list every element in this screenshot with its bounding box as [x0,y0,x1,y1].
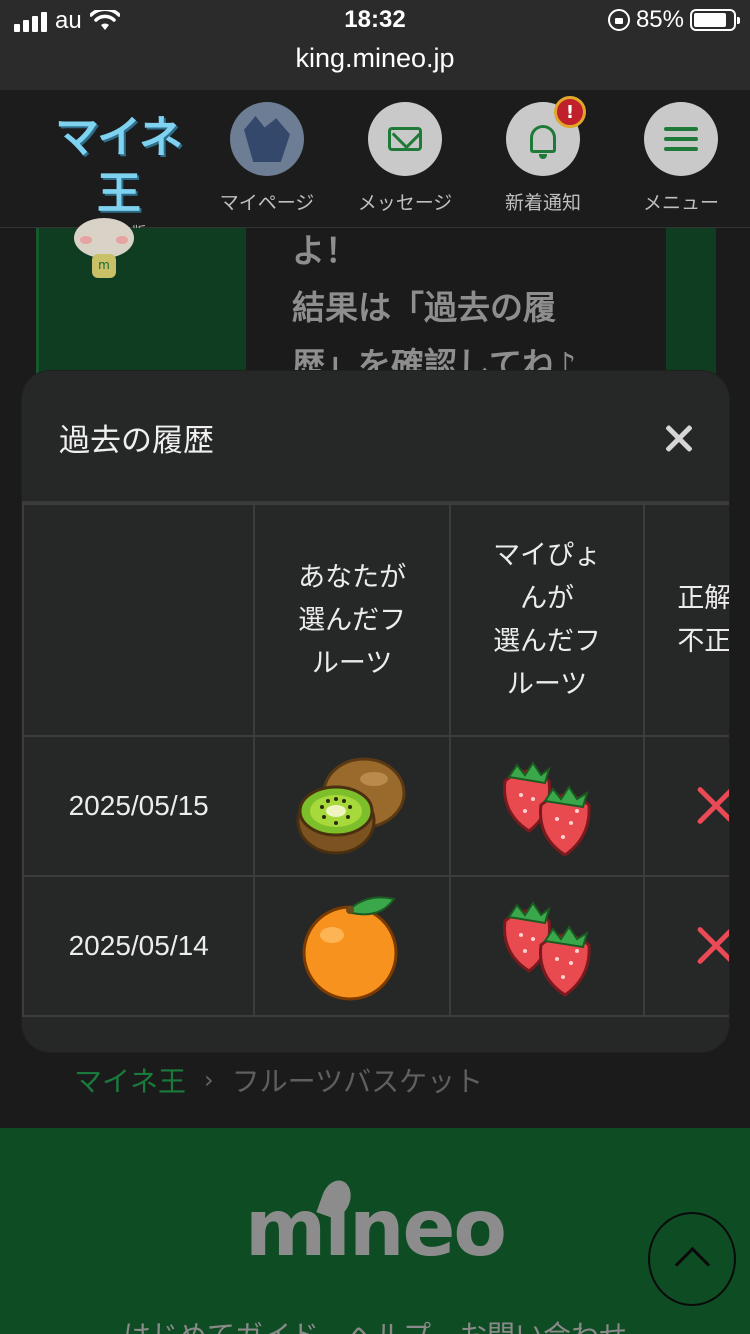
nav-notifications-label: 新着通知 [504,192,581,214]
table-row: 2025/05/14 [22,875,729,1017]
url-bar[interactable]: king.mineo.jp [0,40,750,90]
scroll-to-top-button[interactable] [648,1212,736,1306]
status-bar: au 18:32 85% [0,0,750,40]
rotation-lock-icon [607,9,630,31]
incorrect-x-icon [695,926,729,966]
logo-mark: マイネ王 [55,112,183,219]
battery-percent: 85% [635,6,684,33]
bg-green-strip [666,228,716,378]
nav-menu-label: メニュー [642,192,719,214]
site-header: マイネ王 ベータ版 マイページ メッセージ ! 新着通知 メニュー [0,90,750,241]
modal-title: 過去の履歴 [59,423,214,459]
site-footer: mineo はじめてガイド ヘルプ お問い合わせ [0,1128,750,1334]
result-cell [643,875,729,1017]
breadcrumb-separator: › [204,1066,214,1094]
table-row: 2025/05/15 [22,735,729,877]
your-fruit-cell [253,875,451,1017]
breadcrumb: マイネ王 › フルーツバスケット [74,1060,483,1100]
table-header-row: あなたが 選んだフ ルーツ マイぴょ んが 選んだフ ルーツ 正解 不正 [22,503,729,737]
nav-mypage-label: マイページ [219,192,315,214]
bell-icon [530,125,556,159]
column-header-mypyon-fruit: マイぴょ んが 選んだフ ルーツ [448,503,646,737]
notifications-button[interactable]: ! [506,96,586,176]
row-date: 2025/05/14 [22,875,256,1017]
footer-logo[interactable]: mineo [0,1184,750,1274]
breadcrumb-bar: マイネ王 › フルーツバスケット [0,1052,750,1128]
history-table: あなたが 選んだフ ルーツ マイぴょ んが 選んだフ ルーツ 正解 不正 202… [22,503,729,1017]
modal-header: 過去の履歴 [22,371,729,503]
nav-notifications[interactable]: ! 新着通知 [488,96,598,215]
mascot-body: m [92,254,116,278]
kiwi-icon [296,757,406,855]
nav-message-label: メッセージ [357,192,453,214]
column-header-result: 正解 不正 [643,503,729,737]
orange-icon [302,896,398,1001]
incorrect-x-icon [695,786,729,826]
mypyon-fruit-cell [448,735,646,877]
column-header-date [22,503,256,737]
status-right: 85% [607,6,740,34]
breadcrumb-home-link[interactable]: マイネ王 [74,1060,186,1100]
your-fruit-cell [253,735,451,877]
footer-links[interactable]: はじめてガイド ヘルプ お問い合わせ [0,1314,750,1334]
row-date: 2025/05/15 [22,735,256,877]
nav-message[interactable]: メッセージ [350,102,460,215]
battery-icon [690,9,740,31]
wolf-avatar-icon [244,116,290,162]
notification-badge: ! [554,96,586,128]
column-header-your-fruit: あなたが 選んだフ ルーツ [253,503,451,737]
background-message-text: よ！ 結果は「過去の履 歴」を確認してね♪ [292,231,577,384]
mypyon-fruit-cell [448,875,646,1017]
avatar[interactable] [230,102,304,176]
result-cell [643,735,729,877]
strawberry-icon [503,901,591,997]
message-button[interactable] [368,102,442,176]
hamburger-menu-icon [664,127,698,151]
url-text[interactable]: king.mineo.jp [295,43,454,73]
strawberry-icon [503,761,591,857]
close-icon[interactable] [659,419,699,459]
mail-icon [388,127,422,151]
nav-mypage[interactable]: マイページ [212,102,322,215]
battery-level-fill [694,13,727,27]
history-modal: 過去の履歴 あなたが 選んだフ ルーツ マイぴょ んが 選んだフ ルーツ 正解 … [22,371,729,1052]
menu-button[interactable] [644,102,718,176]
breadcrumb-current: フルーツバスケット [231,1065,484,1098]
mascot-illustration: m [56,218,136,288]
nav-menu[interactable]: メニュー [626,102,736,215]
